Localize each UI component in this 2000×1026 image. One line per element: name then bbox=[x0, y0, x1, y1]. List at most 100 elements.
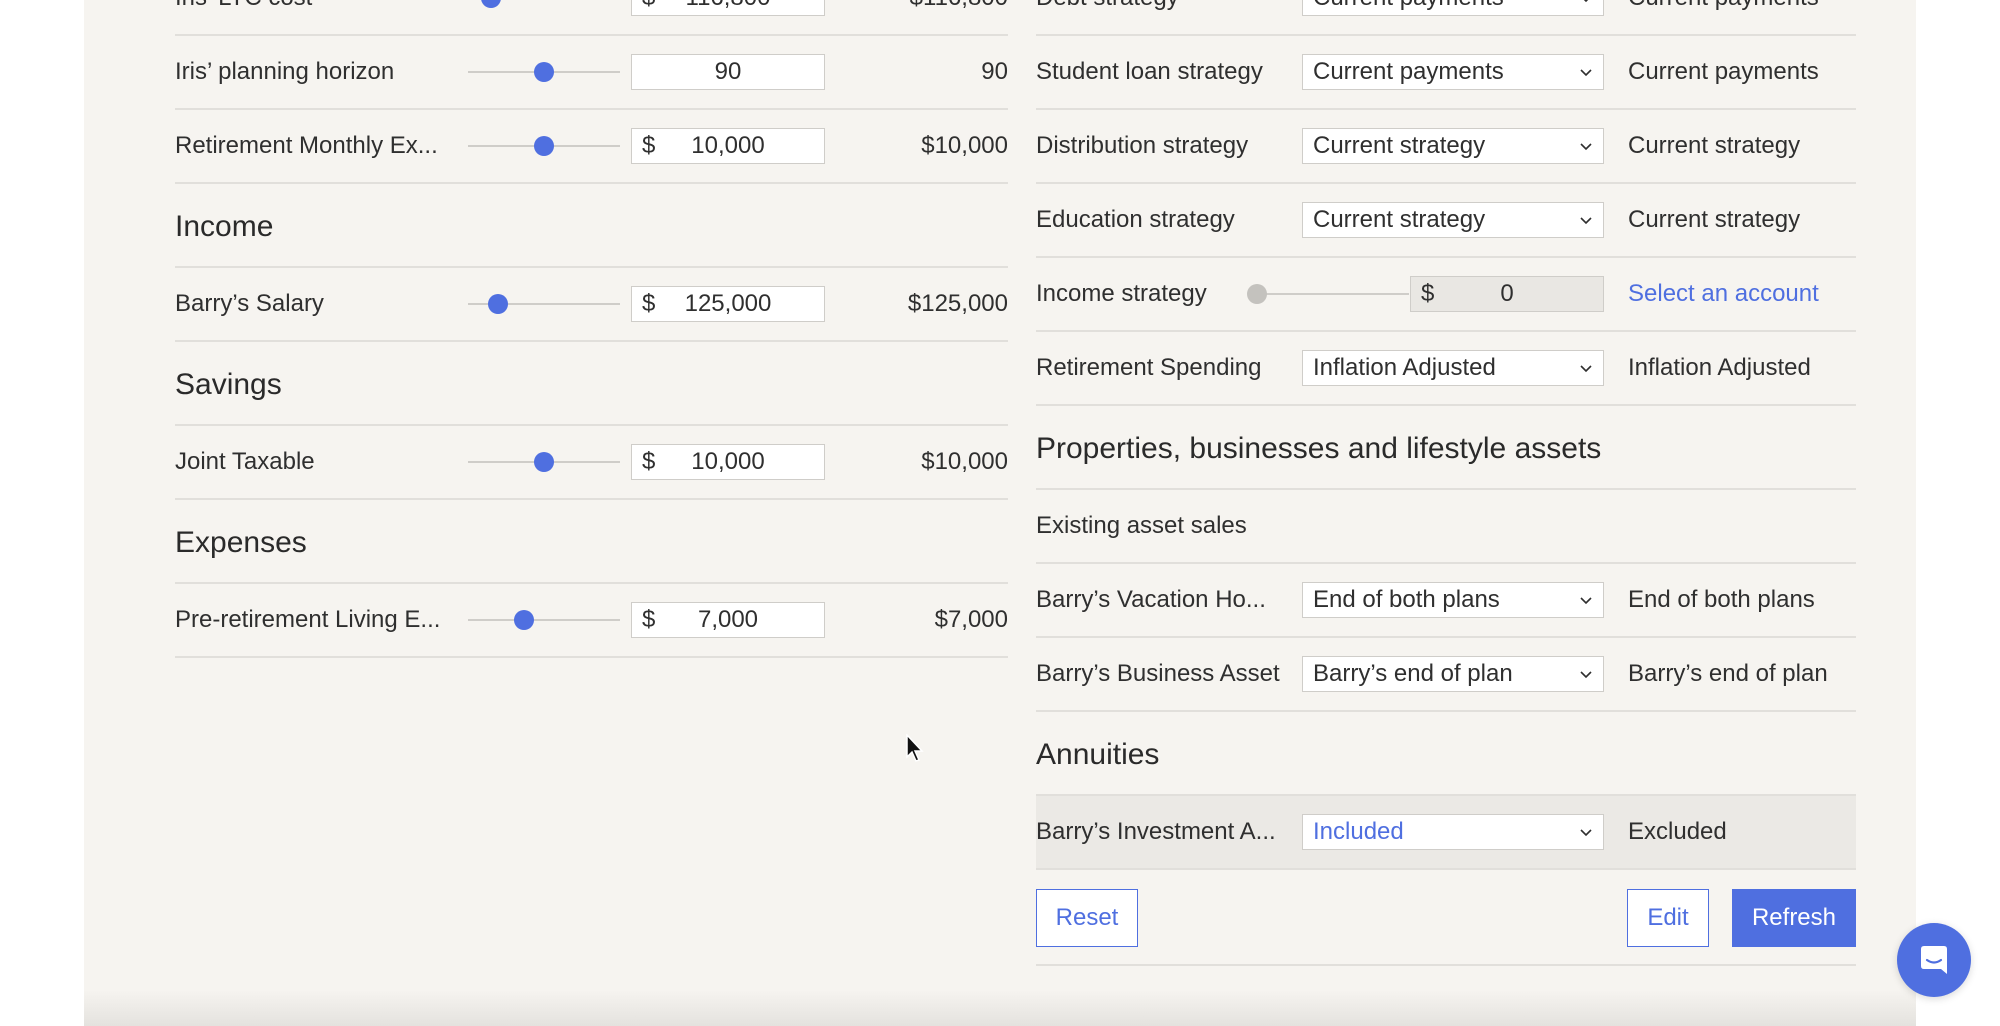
edit-button[interactable]: Edit bbox=[1627, 889, 1709, 947]
education-strategy-row: Education strategy Current strategy Curr… bbox=[1036, 184, 1856, 258]
living-expenses-input[interactable]: $ 7,000 bbox=[631, 602, 825, 638]
joint-taxable-display: $10,000 bbox=[921, 448, 1008, 475]
education-strategy-select[interactable]: Current strategy bbox=[1302, 202, 1604, 238]
chevron-down-icon bbox=[1580, 829, 1592, 837]
existing-asset-sales-row: Existing asset sales bbox=[1036, 490, 1856, 564]
refresh-button[interactable]: Refresh bbox=[1732, 889, 1856, 947]
input-value: 10,000 bbox=[691, 132, 765, 159]
properties-section-title: Properties, businesses and lifestyle ass… bbox=[1036, 406, 1856, 490]
retirement-spending-select[interactable]: Inflation Adjusted bbox=[1302, 350, 1604, 386]
row-label: Joint Taxable bbox=[175, 448, 315, 475]
income-strategy-slider[interactable] bbox=[1247, 284, 1409, 304]
section-heading: Income bbox=[175, 210, 274, 243]
select-value: Current strategy bbox=[1313, 132, 1486, 159]
planning-horizon-row: Iris’ planning horizon 90 90 bbox=[175, 36, 1008, 110]
existing-asset-sales-label: Existing asset sales bbox=[1036, 512, 1247, 539]
select-account-link[interactable]: Select an account bbox=[1628, 280, 1819, 308]
investment-annuity-select[interactable]: Included bbox=[1302, 814, 1604, 850]
planning-horizon-slider[interactable] bbox=[468, 62, 620, 82]
input-value: 10,000 bbox=[691, 448, 765, 475]
student-loan-strategy-row: Student loan strategy Current payments C… bbox=[1036, 36, 1856, 110]
chevron-down-icon bbox=[1580, 597, 1592, 605]
ltc-cost-input[interactable]: $ 116,800 bbox=[631, 0, 825, 16]
slider-thumb[interactable] bbox=[534, 136, 554, 156]
retirement-monthly-slider[interactable] bbox=[468, 136, 620, 156]
ltc-cost-row: Iris’ LTC cost $ 116,800 $116,800 bbox=[175, 0, 1008, 36]
select-value: Current strategy bbox=[1313, 206, 1486, 233]
mouse-cursor-icon bbox=[906, 734, 924, 762]
slider-thumb[interactable] bbox=[488, 294, 509, 314]
slider-thumb[interactable] bbox=[480, 0, 501, 8]
strategy-result: Current strategy bbox=[1628, 132, 1801, 159]
chevron-down-icon bbox=[1580, 143, 1592, 151]
reset-button[interactable]: Reset bbox=[1036, 889, 1138, 947]
slider-thumb[interactable] bbox=[534, 452, 554, 472]
strategy-result: End of both plans bbox=[1628, 586, 1815, 613]
living-expenses-row: Pre-retirement Living E... $ 7,000 $7,00… bbox=[175, 584, 1008, 658]
distribution-strategy-select[interactable]: Current strategy bbox=[1302, 128, 1604, 164]
business-asset-row: Barry’s Business Asset Barry’s end of pl… bbox=[1036, 638, 1856, 712]
chevron-down-icon bbox=[1580, 365, 1592, 373]
strategy-result: Inflation Adjusted bbox=[1628, 354, 1811, 381]
living-expenses-slider[interactable] bbox=[468, 610, 620, 630]
savings-section-title: Savings bbox=[175, 342, 1008, 426]
chevron-down-icon bbox=[1583, 0, 1589, 3]
planning-horizon-display: 90 bbox=[981, 58, 1008, 85]
retirement-monthly-display: $10,000 bbox=[921, 132, 1008, 159]
retirement-spending-row: Retirement Spending Inflation Adjusted I… bbox=[1036, 332, 1856, 406]
chevron-down-icon bbox=[1580, 217, 1592, 225]
living-expenses-display: $7,000 bbox=[934, 606, 1008, 633]
select-value: Included bbox=[1313, 818, 1404, 845]
salary-input[interactable]: $ 125,000 bbox=[631, 286, 825, 322]
panel-bottom-shadow bbox=[84, 990, 1916, 1026]
strategy-result: Current payments bbox=[1628, 58, 1819, 85]
planning-horizon-input[interactable]: 90 bbox=[631, 54, 825, 90]
slider-thumb[interactable] bbox=[534, 62, 554, 82]
strategy-result: Excluded bbox=[1628, 818, 1727, 845]
input-value: 0 bbox=[1500, 280, 1514, 307]
row-label: Retirement Spending bbox=[1036, 354, 1262, 381]
income-strategy-input[interactable]: $ 0 bbox=[1410, 276, 1604, 312]
chevron-down-icon bbox=[1580, 671, 1592, 679]
joint-taxable-slider[interactable] bbox=[468, 452, 620, 472]
row-label: Education strategy bbox=[1036, 206, 1235, 233]
row-label: Barry’s Vacation Ho... bbox=[1036, 586, 1266, 613]
debt-strategy-select[interactable]: Current payments bbox=[1302, 0, 1604, 16]
joint-taxable-row: Joint Taxable $ 10,000 $10,000 bbox=[175, 426, 1008, 500]
select-value: Current payments bbox=[1313, 58, 1504, 85]
row-label: Barry’s Investment A... bbox=[1036, 818, 1276, 845]
chevron-down-icon bbox=[1580, 69, 1592, 77]
salary-slider[interactable] bbox=[468, 294, 620, 314]
input-value: 90 bbox=[714, 58, 742, 85]
action-bar: Reset Edit Refresh bbox=[1036, 870, 1856, 966]
select-value: Inflation Adjusted bbox=[1313, 354, 1496, 381]
strategy-result: Current payments bbox=[1628, 0, 1819, 12]
expenses-section-title: Expenses bbox=[175, 500, 1008, 584]
row-label: Income strategy bbox=[1036, 280, 1207, 307]
input-value: 116,800 bbox=[632, 0, 824, 12]
strategy-result: Current strategy bbox=[1628, 206, 1801, 233]
input-value: 7,000 bbox=[697, 606, 759, 633]
row-label: Pre-retirement Living E... bbox=[175, 606, 441, 633]
select-value: Barry’s end of plan bbox=[1313, 660, 1513, 687]
investment-annuity-row: Barry’s Investment A... Included Exclude… bbox=[1036, 796, 1856, 870]
row-label: Iris’ LTC cost bbox=[175, 0, 312, 12]
salary-row: Barry’s Salary $ 125,000 $125,000 bbox=[175, 268, 1008, 342]
student-loan-strategy-select[interactable]: Current payments bbox=[1302, 54, 1604, 90]
vacation-home-row: Barry’s Vacation Ho... End of both plans… bbox=[1036, 564, 1856, 638]
chat-launcher-button[interactable] bbox=[1897, 923, 1971, 997]
slider-thumb[interactable] bbox=[1247, 284, 1267, 304]
business-asset-select[interactable]: Barry’s end of plan bbox=[1302, 656, 1604, 692]
row-label: Student loan strategy bbox=[1036, 58, 1263, 85]
vacation-home-select[interactable]: End of both plans bbox=[1302, 582, 1604, 618]
joint-taxable-input[interactable]: $ 10,000 bbox=[631, 444, 825, 480]
slider-thumb[interactable] bbox=[514, 610, 535, 630]
select-value: Current payments bbox=[1313, 0, 1504, 12]
income-section-title: Income bbox=[175, 184, 1008, 268]
strategy-result: Barry’s end of plan bbox=[1628, 660, 1828, 687]
retirement-monthly-input[interactable]: $ 10,000 bbox=[631, 128, 825, 164]
row-label: Debt strategy bbox=[1036, 0, 1179, 12]
section-heading: Expenses bbox=[175, 526, 307, 559]
input-value: 125,000 bbox=[684, 290, 772, 317]
income-strategy-row: Income strategy $ 0 Select an account bbox=[1036, 258, 1856, 332]
